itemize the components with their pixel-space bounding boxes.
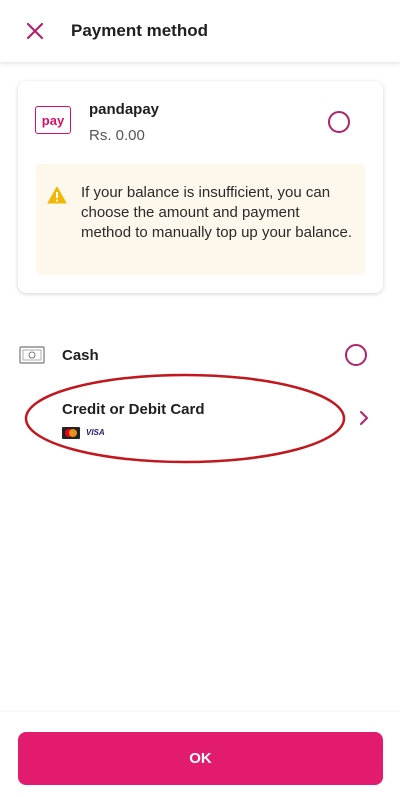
header: Payment method bbox=[0, 0, 400, 62]
close-icon[interactable] bbox=[24, 20, 46, 42]
cash-label: Cash bbox=[62, 347, 99, 364]
pandapay-card[interactable]: pay pandapay Rs. 0.00 If your balance is… bbox=[18, 81, 383, 293]
pandapay-name: pandapay bbox=[89, 101, 160, 118]
cash-radio[interactable] bbox=[345, 344, 367, 366]
chevron-right-icon[interactable] bbox=[357, 410, 371, 426]
payment-option-card[interactable]: Credit or Debit Card VISA bbox=[0, 392, 400, 450]
pandapay-logo: pay bbox=[35, 106, 71, 134]
mastercard-icon bbox=[62, 427, 80, 439]
card-label: Credit or Debit Card bbox=[62, 401, 205, 418]
notice-text: If your balance is insufficient, you can… bbox=[81, 184, 353, 241]
pandapay-logo-text: pay bbox=[41, 112, 65, 128]
warning-icon bbox=[47, 186, 67, 204]
pandapay-radio[interactable] bbox=[328, 111, 350, 133]
page-title: Payment method bbox=[71, 21, 208, 40]
ok-button[interactable]: OK bbox=[18, 732, 383, 785]
pandapay-balance: Rs. 0.00 bbox=[89, 127, 145, 144]
balance-notice: If your balance is insufficient, you can… bbox=[36, 164, 365, 275]
visa-icon: VISA bbox=[86, 428, 105, 437]
payment-option-cash[interactable]: Cash bbox=[0, 330, 400, 380]
cash-icon bbox=[19, 346, 45, 364]
footer: OK bbox=[0, 712, 400, 797]
